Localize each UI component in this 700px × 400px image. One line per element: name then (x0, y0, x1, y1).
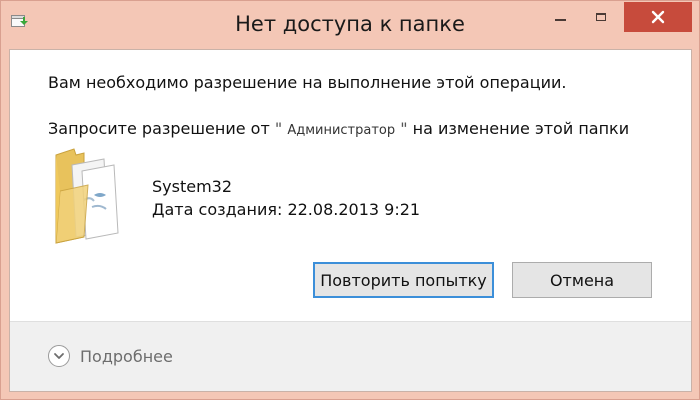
close-button[interactable] (624, 2, 692, 32)
title-bar[interactable]: Нет доступа к папке (1, 1, 699, 49)
quote-close: " (400, 119, 408, 138)
maximize-icon (596, 13, 606, 21)
request-suffix: на изменение этой папки (412, 119, 630, 138)
dialog-content: Вам необходимо разрешение на выполнение … (9, 49, 692, 392)
folder-icon (54, 145, 134, 245)
retry-button[interactable]: Повторить попытку (313, 262, 494, 298)
principal-name: Администратор (287, 123, 396, 138)
quote-open: " (274, 119, 283, 138)
main-area: Вам необходимо разрешение на выполнение … (10, 50, 691, 321)
details-label[interactable]: Подробнее (80, 347, 173, 366)
request-message: Запросите разрешение от " Администратор … (48, 119, 629, 138)
close-icon (651, 10, 665, 24)
details-toggle[interactable]: Подробнее (48, 345, 173, 367)
minimize-icon (554, 19, 566, 21)
chevron-down-icon[interactable] (48, 345, 70, 367)
dialog-footer: Подробнее (10, 321, 691, 391)
cancel-button[interactable]: Отмена (512, 262, 652, 298)
request-prefix: Запросите разрешение от (48, 119, 270, 138)
file-name: System32 (152, 177, 233, 196)
dialog-window: Нет доступа к папке Вам необходимо разре… (0, 0, 700, 400)
file-created-date: Дата создания: 22.08.2013 9:21 (152, 200, 421, 219)
maximize-button[interactable] (586, 3, 616, 31)
minimize-button[interactable] (546, 3, 574, 31)
permission-message: Вам необходимо разрешение на выполнение … (48, 73, 567, 92)
